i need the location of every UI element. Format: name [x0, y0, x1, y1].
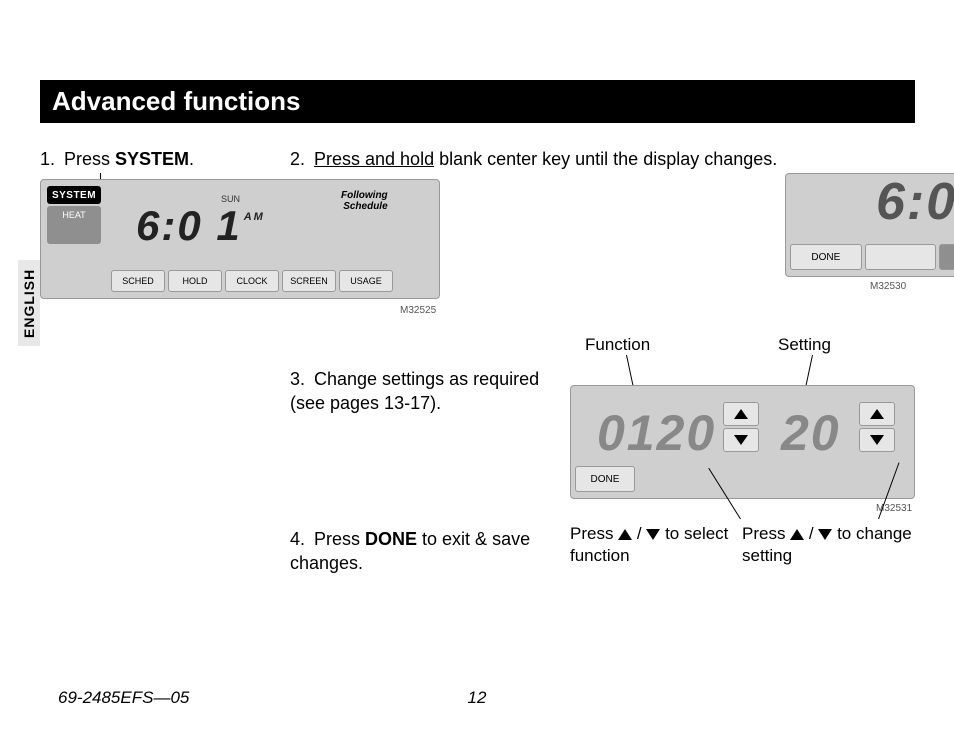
arrow-up-icon	[618, 529, 632, 540]
thermostat-panel-2: 6:01AM DONE CANCEL	[785, 173, 954, 277]
panel3-button-row: DONE	[575, 466, 635, 492]
step-2: 2.Press and hold blank center key until …	[290, 147, 910, 171]
function-down-button[interactable]	[723, 428, 759, 452]
clock-display-1: 6:0 1AM	[136, 202, 265, 250]
step-2-num: 2.	[290, 147, 314, 171]
function-callout: Function	[585, 335, 650, 355]
step-3-num: 3.	[290, 367, 314, 391]
step-3-body: Change settings as required (see pages 1…	[290, 369, 539, 413]
step-1-text: 1.Press SYSTEM.	[40, 147, 290, 171]
page-number: 12	[468, 688, 487, 708]
setting-value: 20	[781, 404, 841, 462]
function-value: 0120	[597, 404, 716, 462]
setting-arrows	[859, 402, 895, 452]
setting-callout: Setting	[778, 335, 831, 355]
following-schedule-label: FollowingSchedule	[341, 190, 388, 212]
arrow-up-icon	[790, 529, 804, 540]
usage-button[interactable]: USAGE	[339, 270, 393, 292]
step-2-text: 2.Press and hold blank center key until …	[290, 147, 910, 171]
step-4-text: 4.Press DONE to exit & save changes.	[290, 527, 550, 576]
arrow-up-icon	[870, 409, 884, 419]
arrow-down-icon	[734, 435, 748, 445]
clock-display-2: 6:01AM	[876, 173, 954, 232]
step-1-bold: SYSTEM	[115, 149, 189, 169]
center-blank-button[interactable]	[939, 244, 954, 270]
arrow-down-icon	[646, 529, 660, 540]
done-button-3[interactable]: DONE	[575, 466, 635, 492]
language-tab: ENGLISH	[18, 260, 40, 346]
step-2-underline: Press and hold	[314, 149, 434, 169]
panel2-button-row: DONE CANCEL	[790, 244, 954, 270]
step-2-rest: blank center key until the display chang…	[434, 149, 777, 169]
section-title: Advanced functions	[40, 80, 915, 123]
function-hint: Press / to select function	[570, 523, 730, 567]
step-4-pre: Press	[314, 529, 365, 549]
step-3-text: 3.Change settings as required (see pages…	[290, 367, 550, 416]
step-1-num: 1.	[40, 147, 64, 171]
step-1-post: .	[189, 149, 194, 169]
thermostat-panel-1: SYSTEM HEAT SUN FollowingSchedule 6:0 1A…	[40, 179, 440, 299]
setting-hint: Press / to change setting	[742, 523, 912, 567]
document-id: 69-2485EFS—05	[58, 688, 189, 708]
function-arrows	[723, 402, 759, 452]
thermostat-panel-3: 0120 20 DONE	[570, 385, 915, 499]
screen-button[interactable]: SCREEN	[282, 270, 336, 292]
steps-area: 1.Press SYSTEM. SYSTEM HEAT SUN Followin…	[40, 147, 915, 687]
done-button[interactable]: DONE	[790, 244, 862, 270]
page-content: Advanced functions 1.Press SYSTEM. SYSTE…	[40, 80, 915, 687]
step-4: 4.Press DONE to exit & save changes.	[290, 527, 550, 576]
setting-down-button[interactable]	[859, 428, 895, 452]
step-4-num: 4.	[290, 527, 314, 551]
system-button[interactable]: SYSTEM	[47, 186, 101, 204]
arrow-down-icon	[870, 435, 884, 445]
blank-button-1[interactable]	[865, 244, 937, 270]
step-3: 3.Change settings as required (see pages…	[290, 367, 550, 416]
setting-up-button[interactable]	[859, 402, 895, 426]
step-4-bold: DONE	[365, 529, 417, 549]
panel1-button-row: SCHED HOLD CLOCK SCREEN USAGE	[111, 270, 393, 292]
figure-label-1: M32525	[400, 305, 436, 316]
sched-button[interactable]: SCHED	[111, 270, 165, 292]
step-1: 1.Press SYSTEM. SYSTEM HEAT SUN Followin…	[40, 147, 290, 171]
heat-button[interactable]: HEAT	[47, 206, 101, 244]
hold-button[interactable]: HOLD	[168, 270, 222, 292]
figure-label-2: M32530	[870, 281, 906, 292]
function-up-button[interactable]	[723, 402, 759, 426]
clock-button[interactable]: CLOCK	[225, 270, 279, 292]
step-1-pre: Press	[64, 149, 115, 169]
arrow-up-icon	[734, 409, 748, 419]
arrow-down-icon	[818, 529, 832, 540]
